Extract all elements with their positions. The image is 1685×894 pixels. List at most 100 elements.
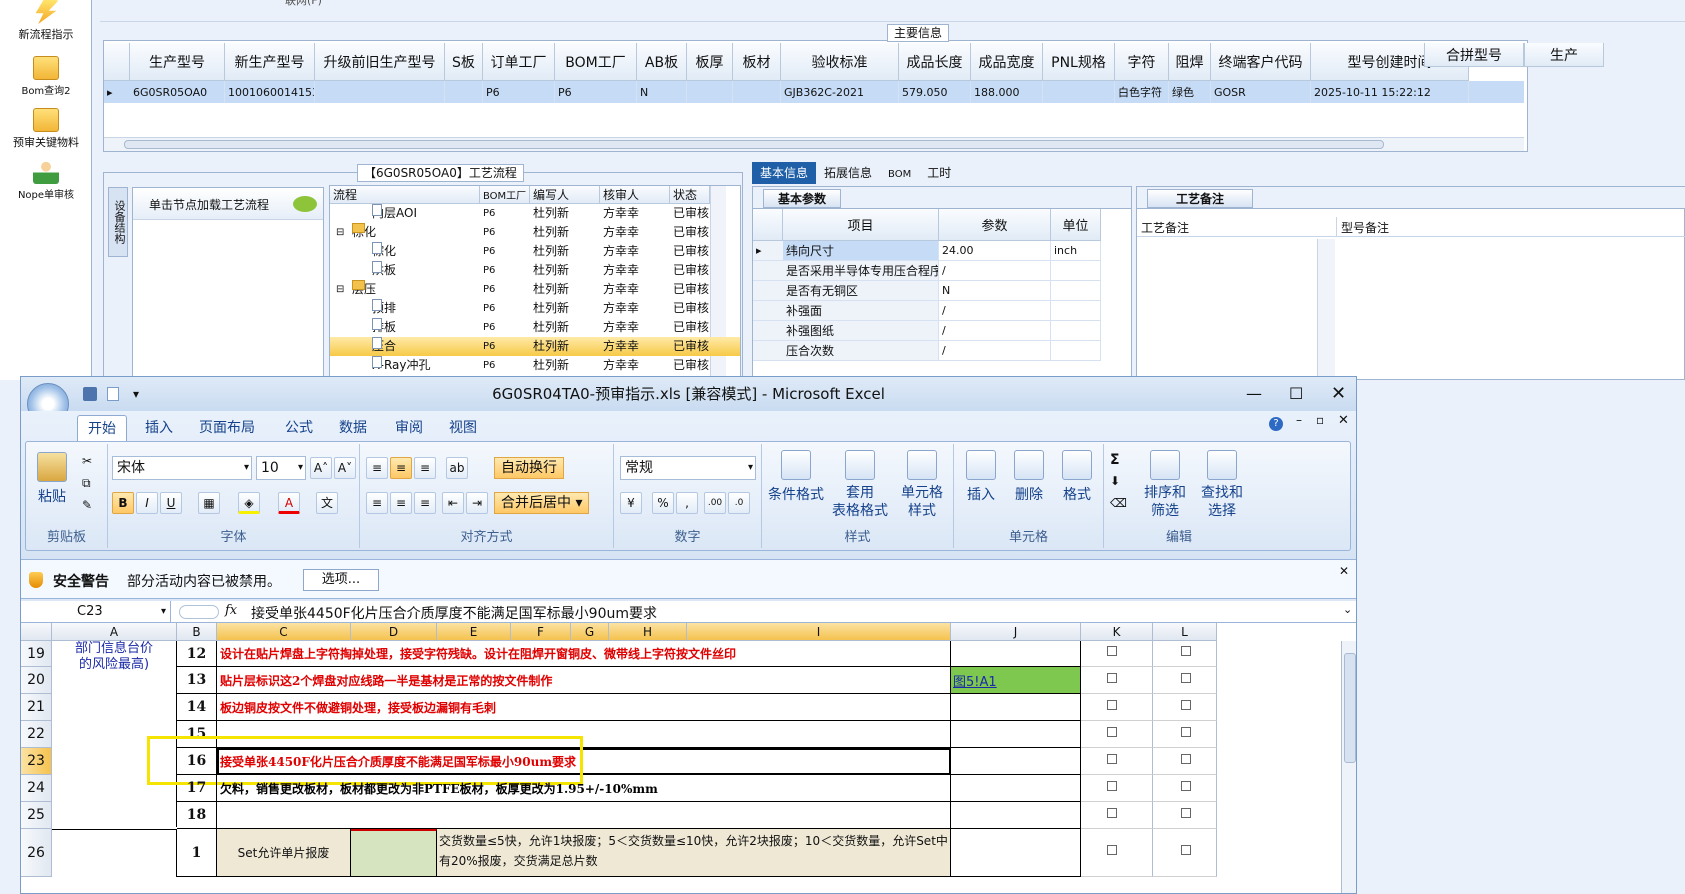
delete-cells-button[interactable]: 删除 [1006,450,1052,504]
j-cell[interactable] [951,721,1081,748]
instruction-text-cell[interactable]: 设计在贴片焊盘上字符掏掉处理，接受字符残缺。设计在阻焊开窗铜皮、微带线上字符按文… [217,641,951,667]
checkbox[interactable] [1107,754,1117,764]
item-number-cell[interactable]: 18 [177,802,217,829]
increase-decimal-icon[interactable]: .00 [704,492,726,514]
params-value-cell[interactable]: / [939,321,1051,341]
main-info-cell[interactable]: GOSR [1211,81,1311,103]
process-col-header[interactable]: 核审人 [600,186,670,204]
column-header[interactable]: H [609,623,687,641]
item-number-cell[interactable]: 12 [177,641,217,667]
ribbon-tab[interactable]: 视图 [439,415,487,441]
main-info-cell[interactable] [315,81,445,103]
item-number-cell[interactable]: 1 [177,829,217,877]
main-info-cell[interactable] [733,81,781,103]
horizontal-scrollbar[interactable] [104,137,1524,151]
column-a-merged-cell[interactable]: 部门信息台价 的风险最高) [52,641,177,827]
instruction-text-cell[interactable] [217,721,951,748]
notes-vertical-scrollbar[interactable] [1317,239,1335,379]
process-tree-row[interactable]: 棕化 P6 杜列新 方幸幸 已审核 [330,242,740,261]
process-tree-row[interactable]: X-Ray冲孔 P6 杜列新 方幸幸 已审核 [330,356,740,375]
column-header[interactable]: L [1153,623,1217,641]
column-header[interactable]: A [52,623,177,641]
ribbon-tab[interactable]: 审阅 [385,415,433,441]
main-info-cell[interactable]: GJB362C-2021 [781,81,899,103]
formula-expand-handle[interactable] [179,605,219,619]
instruction-text-cell[interactable]: 接受单张4450F化片压合介质厚度不能满足国军标最小90um要求 [217,748,951,775]
align-center-icon[interactable]: ≡ [390,492,412,514]
collapse-icon[interactable]: ⊟ [336,280,348,299]
main-info-cell[interactable]: P6 [555,81,637,103]
checkbox[interactable] [1181,808,1191,818]
cut-icon[interactable]: ✂ [82,454,92,468]
ribbon-tab[interactable]: 插入 [135,415,183,441]
params-col-header[interactable]: 参数 [939,209,1051,241]
row-header[interactable]: 25 [21,802,52,829]
row-header[interactable]: 24 [21,775,52,802]
row-header[interactable]: 20 [21,667,52,694]
checkbox[interactable] [1107,646,1117,656]
item-number-cell[interactable]: 15 [177,721,217,748]
scrollbar-thumb[interactable] [124,140,1384,149]
j-cell[interactable] [951,694,1081,721]
ribbon-restore-icon[interactable]: ▫ [1316,413,1324,427]
params-col-header[interactable]: 单位 [1051,209,1101,241]
number-format-combo[interactable]: 常规 ▾ [620,456,756,480]
process-col-header[interactable]: BOM工厂 [480,186,530,204]
main-info-col-header[interactable]: 生产型号 [130,43,225,81]
currency-icon[interactable]: ¥ [620,492,642,514]
j-cell[interactable] [951,802,1081,829]
checkbox[interactable] [1181,700,1191,710]
checkbox[interactable] [1107,781,1117,791]
j-cell[interactable] [951,641,1081,667]
process-tree-row[interactable]: 烘板 P6 杜列新 方幸幸 已审核 [330,261,740,280]
grow-font-icon[interactable]: A˄ [310,457,332,479]
item-number-cell[interactable]: 14 [177,694,217,721]
process-tree-row[interactable]: 层压⊟P6杜列新方幸幸已审核 [330,280,740,299]
main-info-col-header[interactable]: 成品长度 [899,43,971,81]
vertical-scrollbar[interactable] [1341,641,1356,893]
insert-cells-button[interactable]: 插入 [958,450,1004,504]
decrease-decimal-icon[interactable]: .0 [728,492,750,514]
ribbon-tab[interactable]: 开始 [77,415,127,441]
params-unit-cell[interactable]: inch [1051,241,1101,261]
merge-model-col-header[interactable]: 生产 [1524,43,1604,67]
set-scrap-rule-cell[interactable]: 交货数量≤5快，允许1块报废；5＜交货数量≤10快，允许2块报废；10＜交货数量… [437,829,951,877]
checkbox[interactable] [1107,700,1117,710]
checkbox[interactable] [1107,808,1117,818]
new-document-icon[interactable] [107,387,119,401]
collapse-icon[interactable]: ⊟ [336,223,348,242]
format-cells-button[interactable]: 格式 [1054,450,1100,504]
ribbon-minimize-icon[interactable]: – [1296,413,1302,427]
column-header[interactable]: I [687,623,951,641]
params-unit-cell[interactable] [1051,281,1101,301]
row-header[interactable]: 21 [21,694,52,721]
params-unit-cell[interactable] [1051,321,1101,341]
main-info-cell[interactable]: 188.000 [971,81,1043,103]
select-all-corner[interactable] [21,623,52,641]
process-tree-row[interactable]: 压合 P6 杜列新 方幸幸 已审核 [330,337,740,356]
main-info-col-header[interactable]: 字符 [1115,43,1169,81]
main-info-cell[interactable]: 579.050 [899,81,971,103]
load-flow-node[interactable]: 单击节点加载工艺流程 [133,188,323,220]
main-info-cell[interactable] [445,81,483,103]
row-header[interactable]: 26 [21,829,52,877]
merge-model-col-header[interactable]: 合拼型号 [1424,43,1524,67]
main-info-col-header[interactable]: 新生产型号 [225,43,315,81]
checkbox[interactable] [1107,845,1117,855]
column-header[interactable]: B [177,623,217,641]
params-value-cell[interactable]: / [939,261,1051,281]
item-number-cell[interactable]: 16 [177,748,217,775]
conditional-format-button[interactable]: 条件格式 [766,450,826,504]
main-info-cell[interactable]: 绿色 [1169,81,1211,103]
process-tree-row[interactable]: 排板 P6 杜列新 方幸幸 已审核 [330,318,740,337]
ribbon-tab[interactable]: 公式 [275,415,323,441]
params-unit-cell[interactable] [1051,261,1101,281]
main-info-cell[interactable]: P6 [483,81,555,103]
main-info-cell[interactable] [687,81,733,103]
instruction-text-cell[interactable]: 贴片层标识这2个焊盘对应线路一半是基材是正常的按文件制作 [217,667,951,694]
process-col-header[interactable]: 状态 [670,186,710,204]
checkbox[interactable] [1181,727,1191,737]
tab-extended-info[interactable]: 拓展信息 [816,162,880,184]
sidebar-item-bom-query[interactable]: Bom查询2 [0,56,92,97]
instruction-text-cell[interactable] [217,802,951,829]
